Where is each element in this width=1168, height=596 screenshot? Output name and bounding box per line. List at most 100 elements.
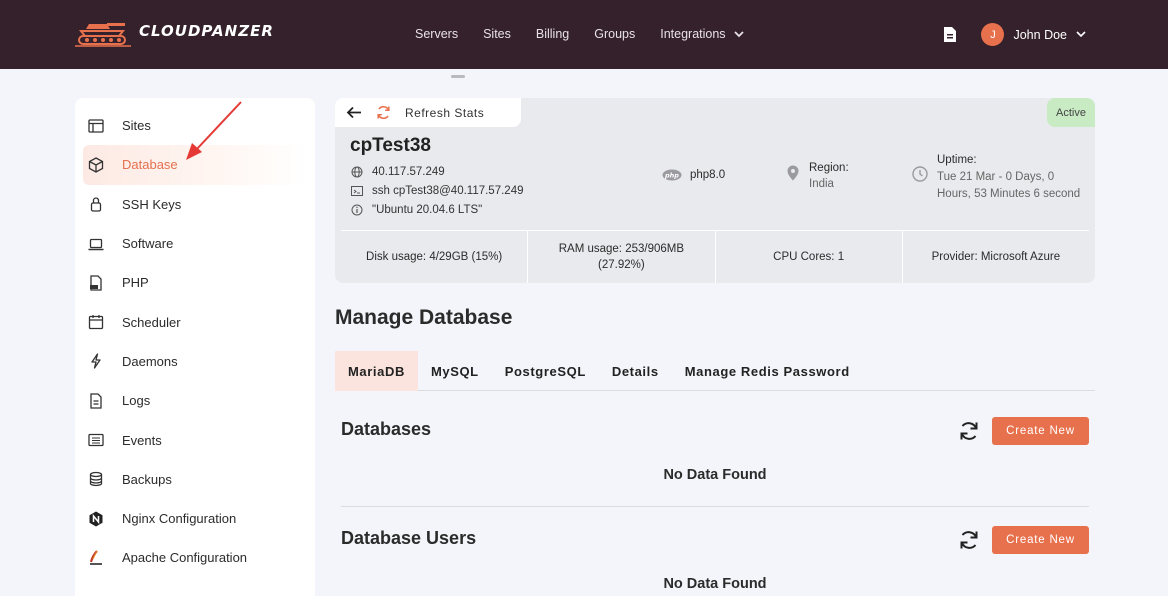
nginx-icon bbox=[89, 511, 103, 527]
php-file-icon bbox=[90, 275, 102, 291]
lock-icon bbox=[90, 197, 102, 212]
sync-icon[interactable] bbox=[958, 529, 980, 551]
apache-icon bbox=[89, 550, 102, 565]
sidebar-item-label: SSH Keys bbox=[122, 196, 182, 212]
scroll-indicator bbox=[451, 75, 465, 78]
top-navbar: CLOUDPANZER Servers Sites Billing Groups… bbox=[0, 0, 1168, 69]
page-title: Manage Database bbox=[335, 306, 513, 329]
tab-mariadb[interactable]: MariaDB bbox=[335, 351, 418, 391]
uptime-label: Uptime: bbox=[937, 154, 977, 166]
cpu-cores-label: CPU Cores: bbox=[773, 251, 835, 263]
create-database-user-button[interactable]: Create New bbox=[992, 526, 1089, 554]
globe-icon bbox=[351, 166, 363, 178]
tab-postgresql[interactable]: PostgreSQL bbox=[492, 351, 599, 391]
back-arrow-icon[interactable] bbox=[346, 106, 362, 119]
server-os: "Ubuntu 20.04.6 LTS" bbox=[372, 204, 483, 216]
nav-billing[interactable]: Billing bbox=[536, 27, 569, 41]
brand-name: CLOUDPANZER bbox=[139, 22, 274, 40]
php-version: php php8.0 bbox=[662, 169, 725, 181]
section-divider bbox=[341, 506, 1089, 507]
server-ip: 40.117.57.249 bbox=[372, 166, 445, 178]
cpu-cores-value: 1 bbox=[834, 251, 845, 263]
cpu-cores: CPU Cores: 1 bbox=[715, 230, 903, 283]
nav-integrations-label: Integrations bbox=[660, 27, 726, 41]
ram-usage-label: RAM usage: bbox=[558, 243, 622, 255]
tab-details[interactable]: Details bbox=[599, 351, 672, 391]
list-icon bbox=[88, 433, 104, 447]
sync-icon[interactable] bbox=[958, 420, 980, 442]
sidebar-item-label: Sites bbox=[122, 118, 151, 134]
sidebar-item-label: Apache Configuration bbox=[122, 550, 248, 566]
sidebar-item-label: Backups bbox=[122, 471, 172, 487]
provider: Provider: Microsoft Azure bbox=[902, 230, 1089, 283]
server-ip-row: 40.117.57.249 bbox=[351, 166, 445, 178]
nav-sites[interactable]: Sites bbox=[483, 27, 511, 41]
sidebar-item-label: Database bbox=[122, 157, 178, 173]
user-menu[interactable]: J John Doe bbox=[981, 23, 1086, 46]
status-badge: Active bbox=[1047, 98, 1095, 127]
database-users-empty-message: No Data Found bbox=[663, 576, 767, 592]
tab-mysql[interactable]: MySQL bbox=[418, 351, 492, 391]
sidebar-item-backups[interactable]: Backups bbox=[75, 460, 315, 499]
tank-logo-icon bbox=[75, 23, 131, 47]
databases-section-title: Databases bbox=[341, 419, 432, 439]
provider-value: Microsoft Azure bbox=[977, 251, 1061, 263]
provider-label: Provider: bbox=[931, 251, 978, 263]
disk-usage-value: 4/29GB (15%) bbox=[426, 251, 503, 263]
calendar-icon bbox=[88, 315, 104, 330]
ram-usage: RAM usage: 253/906MB (27.92%) bbox=[528, 230, 716, 283]
disk-usage-label: Disk usage: bbox=[366, 251, 427, 263]
sidebar-item-sites[interactable]: Sites bbox=[75, 106, 315, 145]
sidebar-item-label: Daemons bbox=[122, 353, 178, 369]
nav-groups[interactable]: Groups bbox=[594, 27, 635, 41]
sidebar-item-label: Logs bbox=[122, 393, 151, 409]
stack-icon bbox=[89, 472, 103, 487]
database-users-section-title: Database Users bbox=[341, 528, 477, 548]
sidebar-item-nginx[interactable]: Nginx Configuration bbox=[75, 499, 315, 538]
refresh-stats-button[interactable]: Refresh Stats bbox=[405, 106, 484, 120]
disk-usage: Disk usage: 4/29GB (15%) bbox=[341, 230, 529, 283]
server-ssh[interactable]: ssh cpTest38@40.117.57.249 bbox=[372, 185, 523, 197]
region-value: India bbox=[809, 178, 834, 190]
database-tabs: MariaDB MySQL PostgreSQL Details Manage … bbox=[335, 351, 1095, 391]
tab-manage-redis-password[interactable]: Manage Redis Password bbox=[672, 351, 863, 391]
uptime-info: Uptime: Tue 21 Mar - 0 Days, 0 Hours, 53… bbox=[912, 152, 1080, 203]
ram-usage-percent: (27.92%) bbox=[598, 259, 645, 271]
location-pin-icon bbox=[787, 165, 799, 181]
sidebar: Sites Database SSH Keys Software PHP Sch… bbox=[75, 98, 315, 596]
refresh-icon[interactable] bbox=[376, 105, 391, 120]
main-nav: Servers Sites Billing Groups Integration… bbox=[415, 27, 769, 41]
sidebar-item-apache[interactable]: Apache Configuration bbox=[75, 538, 315, 577]
sidebar-item-database[interactable]: Database bbox=[83, 145, 307, 185]
sidebar-item-ssh-keys[interactable]: SSH Keys bbox=[75, 185, 315, 224]
sidebar-item-daemons[interactable]: Daemons bbox=[75, 342, 315, 381]
brand-logo[interactable]: CLOUDPANZER bbox=[75, 14, 274, 48]
nav-integrations[interactable]: Integrations bbox=[660, 27, 744, 41]
sidebar-item-events[interactable]: Events bbox=[75, 420, 315, 459]
sidebar-item-scheduler[interactable]: Scheduler bbox=[75, 302, 315, 341]
uptime-value-line2: Hours, 53 Minutes 6 second bbox=[937, 188, 1081, 200]
file-icon bbox=[90, 393, 102, 409]
sidebar-item-php[interactable]: PHP bbox=[75, 263, 315, 302]
sidebar-item-logs[interactable]: Logs bbox=[75, 381, 315, 420]
document-icon[interactable] bbox=[942, 26, 958, 43]
database-box-icon bbox=[88, 157, 104, 173]
laptop-icon bbox=[88, 238, 104, 250]
nav-servers[interactable]: Servers bbox=[415, 27, 458, 41]
sidebar-item-label: Events bbox=[122, 432, 162, 448]
info-icon bbox=[351, 204, 363, 216]
server-name: cpTest38 bbox=[350, 135, 431, 156]
server-os-row: "Ubuntu 20.04.6 LTS" bbox=[351, 204, 482, 216]
sites-icon bbox=[88, 118, 104, 133]
chevron-down-icon bbox=[733, 30, 744, 37]
svg-text:php: php bbox=[664, 171, 679, 179]
sidebar-item-software[interactable]: Software bbox=[75, 224, 315, 263]
refresh-stats-bar: Refresh Stats bbox=[335, 98, 521, 127]
server-ssh-row: ssh cpTest38@40.117.57.249 bbox=[351, 185, 523, 197]
clock-icon bbox=[912, 166, 928, 182]
sidebar-item-label: PHP bbox=[122, 275, 149, 291]
usage-stats: Disk usage: 4/29GB (15%) RAM usage: 253/… bbox=[341, 230, 1089, 283]
sidebar-item-label: Software bbox=[122, 236, 174, 252]
user-name: John Doe bbox=[1013, 27, 1067, 42]
create-database-button[interactable]: Create New bbox=[992, 417, 1089, 445]
